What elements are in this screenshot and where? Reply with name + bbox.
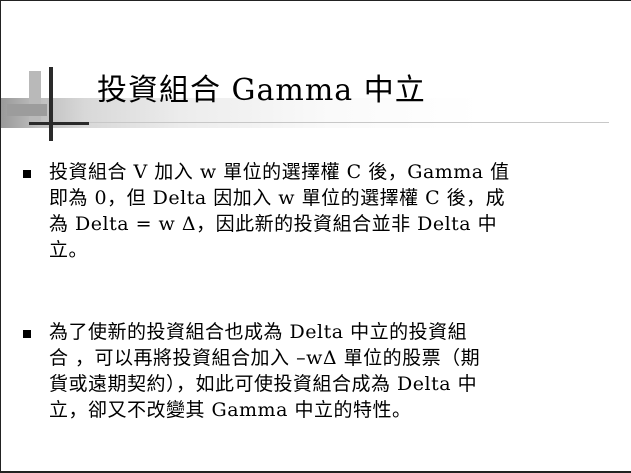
slide-title: 投資組合 Gamma 中立 [97,73,426,108]
title-decoration-crosshair-horizontal [29,122,89,125]
bullet-square-icon [23,170,31,178]
title-decoration-crosshair-vertical [49,67,53,141]
bullet-1-line-2: 即為 0，但 Delta 因加入 w 單位的選擇權 C 後，成 [49,187,506,209]
title-underline [89,122,609,123]
title-decoration-gray-horizontal [7,104,47,116]
bullet-square-icon [23,330,31,338]
bullet-2-line-1: 為了使新的投資組合也成為 Delta 中立的投資組 [49,321,468,343]
bullet-2-line-2: 合 ，可以再將投資組合加入 –wΔ 單位的股票（期 [49,347,481,369]
bullet-1-line-4: 立。 [49,239,89,261]
slide: 投資組合 Gamma 中立 投資組合 V 加入 w 單位的選擇權 C 後，Gam… [0,0,631,473]
bullet-2-line-4: 立，卻又不改變其 Gamma 中立的特性。 [49,399,412,421]
bullet-2-line-3: 貨或遠期契約），如此可使投資組合成為 Delta 中 [49,373,478,395]
bullet-text-1: 投資組合 V 加入 w 單位的選擇權 C 後，Gamma 值 即為 0，但 De… [49,159,609,263]
bullet-1-line-3: 為 Delta = w Δ，因此新的投資組合並非 Delta 中 [49,213,498,235]
bullet-1-line-1: 投資組合 V 加入 w 單位的選擇權 C 後，Gamma 值 [49,161,510,183]
bullet-text-2: 為了使新的投資組合也成為 Delta 中立的投資組 合 ，可以再將投資組合加入 … [49,319,609,423]
